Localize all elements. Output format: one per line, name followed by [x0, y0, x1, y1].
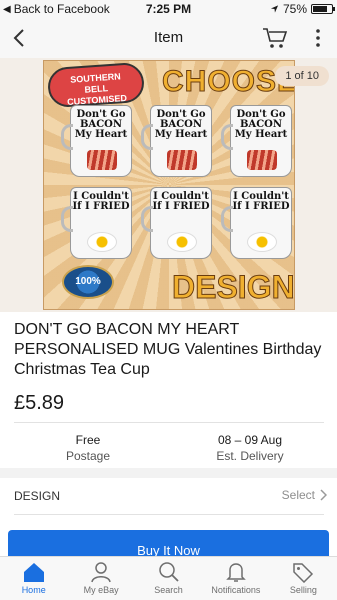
tag-icon: [293, 563, 314, 583]
mug-text: Don't Go BACON My Heart: [74, 109, 128, 140]
bell-icon: [226, 563, 246, 582]
variation-label: DESIGN: [14, 489, 61, 503]
divider: [14, 514, 324, 515]
mug-2: Don't Go BACON My Heart: [141, 105, 212, 177]
postage-label: Postage: [65, 449, 111, 463]
cart-icon[interactable]: [262, 26, 288, 50]
brand-logo: SOUTHERN BELL CUSTOMISED: [46, 61, 146, 109]
mug-text: I Couldn't If I FRIED: [152, 191, 210, 212]
nav-bar: Item: [0, 18, 337, 58]
postage-value: Free: [75, 433, 101, 447]
variation-selector[interactable]: DESIGN Select: [0, 478, 337, 514]
mug-text: Don't Go BACON My Heart: [234, 109, 288, 140]
product-title: DON'T GO BACON MY HEART PERSONALISED MUG…: [14, 321, 322, 378]
divider: [14, 422, 324, 423]
tab-search[interactable]: Search: [135, 557, 202, 600]
choose-heading: CHOOSE: [161, 65, 295, 99]
tab-selling[interactable]: Selling: [270, 557, 337, 600]
mug-6: I Couldn't If I FRIED: [221, 187, 292, 259]
mug-5: I Couldn't If I FRIED: [141, 187, 212, 259]
tab-label: Search: [154, 585, 183, 595]
guarantee-seal: 100%: [62, 265, 114, 299]
delivery-info: 08 – 09 Aug Est. Delivery: [170, 432, 330, 464]
egg-picture: [87, 232, 117, 252]
battery-icon: [311, 4, 335, 14]
bacon-picture: [247, 150, 277, 170]
egg-picture: [167, 232, 197, 252]
bacon-picture: [167, 150, 197, 170]
search-icon: [158, 562, 179, 582]
delivery-value: 08 – 09 Aug: [217, 433, 283, 447]
tab-label: Home: [21, 585, 46, 595]
chevron-right-icon: [320, 489, 327, 501]
egg-picture: [247, 232, 277, 252]
delivery-label: Est. Delivery: [216, 449, 284, 463]
mug-text: I Couldn't If I FRIED: [232, 191, 290, 212]
more-options-icon[interactable]: [312, 27, 324, 49]
tab-notifications[interactable]: Notifications: [202, 557, 269, 600]
section-separator: [0, 468, 337, 478]
tab-label: Notifications: [211, 585, 261, 595]
tab-label: My eBay: [83, 585, 119, 595]
mug-4: I Couldn't If I FRIED: [61, 187, 132, 259]
product-price: £5.89: [14, 392, 65, 414]
image-counter: 1 of 10: [275, 66, 329, 86]
person-icon: [91, 562, 111, 583]
tab-bar: Home My eBay Search Notifications Sellin…: [0, 556, 337, 600]
image-gallery[interactable]: SOUTHERN BELL CUSTOMISED CHOOSE Don't Go…: [0, 58, 337, 312]
postage-info: Free Postage: [8, 432, 168, 464]
location-icon: [270, 5, 279, 13]
design-heading: DESIGN: [172, 269, 295, 306]
mug-text: I Couldn't If I FRIED: [72, 191, 130, 212]
variation-value: Select: [281, 488, 315, 502]
mug-text: Don't Go BACON My Heart: [154, 109, 208, 140]
battery-percent: 75%: [282, 2, 307, 16]
status-bar: ◀ Back to Facebook 7:25 PM 75%: [0, 0, 337, 18]
product-image[interactable]: SOUTHERN BELL CUSTOMISED CHOOSE Don't Go…: [43, 60, 295, 310]
tab-home[interactable]: Home: [0, 557, 67, 600]
bacon-picture: [87, 150, 117, 170]
mug-3: Don't Go BACON My Heart: [221, 105, 292, 177]
tab-my-ebay[interactable]: My eBay: [67, 557, 134, 600]
home-icon: [23, 563, 44, 582]
mug-1: Don't Go BACON My Heart: [61, 105, 132, 177]
tab-label: Selling: [289, 585, 317, 595]
